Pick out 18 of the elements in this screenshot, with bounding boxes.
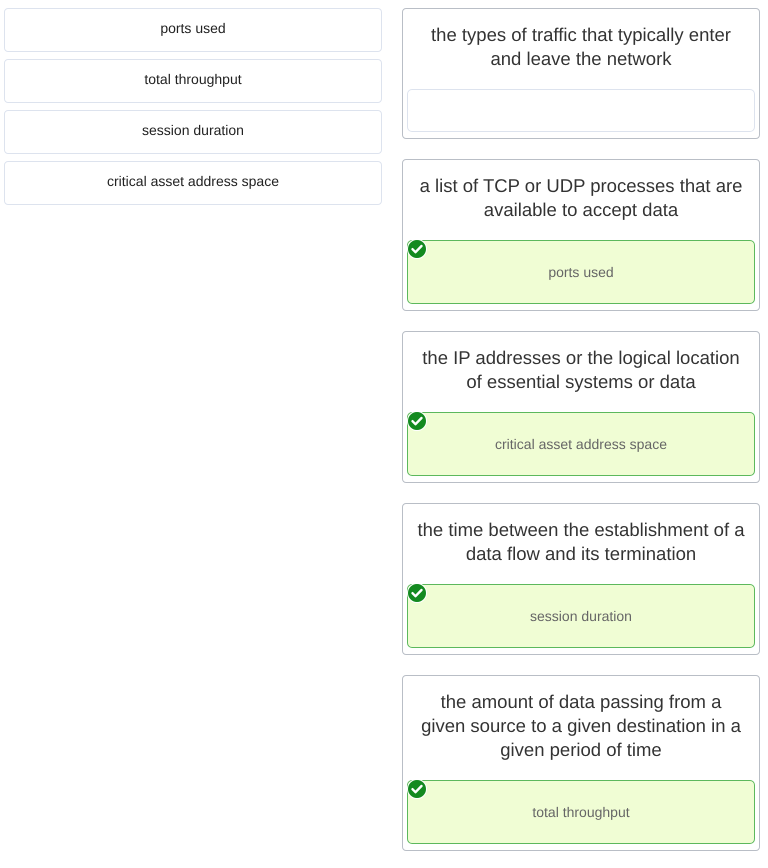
placed-answer: session duration: [530, 608, 632, 624]
answer-option[interactable]: critical asset address space: [4, 161, 382, 205]
drop-zone[interactable]: critical asset address space: [407, 412, 755, 476]
drop-zone[interactable]: [407, 89, 755, 132]
drop-zone[interactable]: session duration: [407, 584, 755, 648]
prompt-text: a list of TCP or UDP processes that are available to accept data: [418, 174, 744, 222]
answer-option[interactable]: session duration: [4, 110, 382, 154]
drop-zone[interactable]: ports used: [407, 240, 755, 304]
prompt-text: the IP addresses or the logical location of essential systems or data: [421, 346, 741, 394]
prompt-text: the amount of data passing from a given source to a given destination in a given period of time: [420, 690, 742, 762]
drop-zone[interactable]: total throughput: [407, 780, 755, 844]
prompt-text: the types of traffic that typically enter and leave the network: [430, 23, 732, 71]
placed-answer: critical asset address space: [495, 436, 667, 452]
answer-option[interactable]: ports used: [4, 8, 382, 52]
placed-answer: ports used: [548, 264, 614, 280]
prompt-text: the time between the establishment of a data flow and its termination: [416, 518, 746, 566]
answer-option[interactable]: total throughput: [4, 59, 382, 103]
placed-answer: total throughput: [532, 804, 630, 820]
